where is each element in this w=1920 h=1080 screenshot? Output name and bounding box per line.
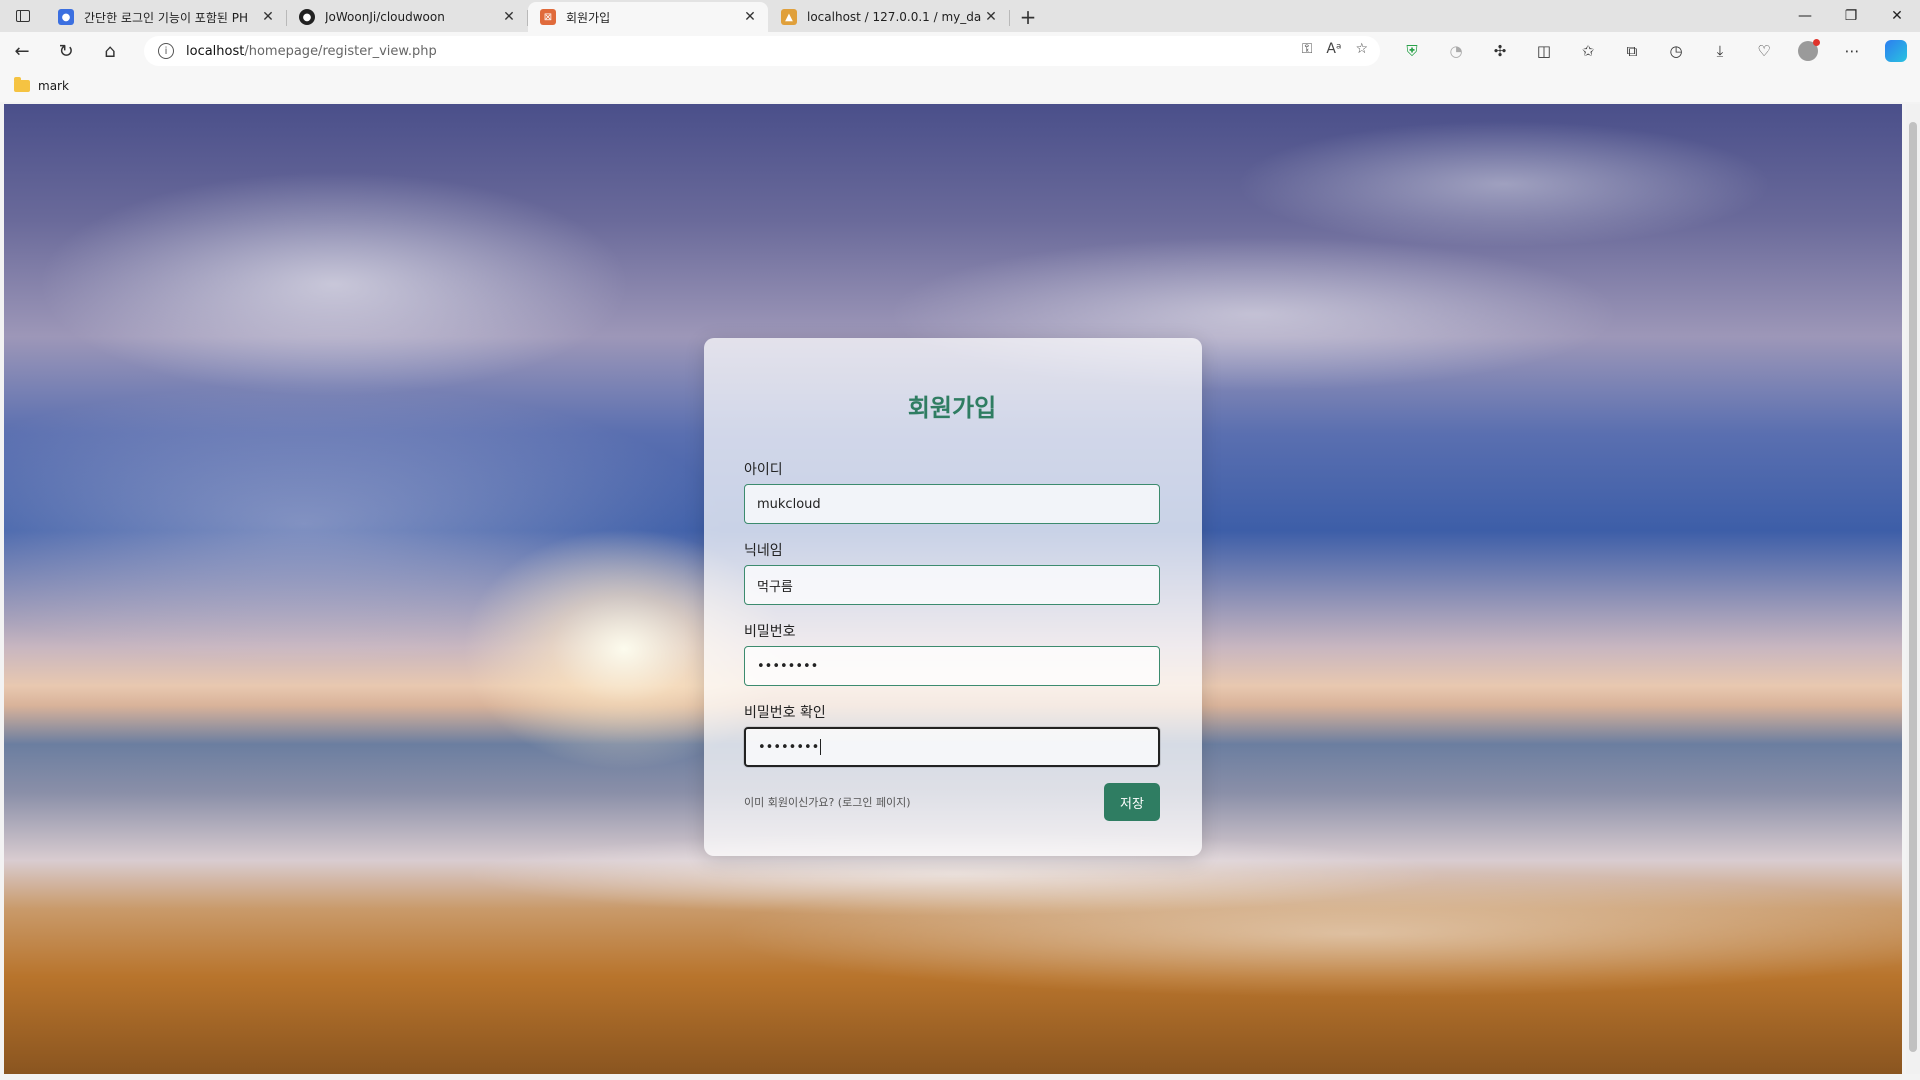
split-screen-icon[interactable]: ◫ [1522, 42, 1566, 60]
close-icon[interactable]: ✕ [740, 9, 760, 25]
tab-actions-button[interactable] [0, 0, 46, 32]
arrow-left-icon: ← [14, 40, 30, 62]
profile-avatar[interactable] [1786, 39, 1830, 61]
url-host: localhost [186, 43, 245, 59]
bookmarks-bar: mark [0, 70, 1920, 102]
copilot-icon[interactable] [1874, 40, 1918, 62]
history-icon[interactable]: ◷ [1654, 42, 1698, 60]
nickname-label: 닉네임 [744, 543, 783, 559]
login-page-link[interactable]: 이미 회원이신가요? (로그인 페이지) [744, 794, 911, 810]
tab-favicon: ⊠ [540, 9, 556, 25]
home-button[interactable]: ⌂ [88, 32, 132, 70]
register-card: 회원가입 아이디 mukcloud 닉네임 먹구름 비밀번호 •••••••• … [704, 338, 1202, 856]
tab-actions-icon [16, 10, 30, 22]
read-aloud-icon[interactable]: Aᵃ [1326, 41, 1341, 57]
tab-phpmyadmin[interactable]: ▲ localhost / 127.0.0.1 / my_databa ✕ [769, 2, 1010, 32]
tab-favicon: ● [58, 9, 74, 25]
info-icon[interactable]: i [158, 43, 174, 59]
window-controls: — ❐ ✕ [1782, 0, 1920, 32]
id-input[interactable]: mukcloud [744, 484, 1160, 524]
close-icon: ✕ [1891, 8, 1903, 24]
close-window-button[interactable]: ✕ [1874, 0, 1920, 32]
new-tab-button[interactable]: + [1010, 2, 1046, 32]
close-icon[interactable]: ✕ [499, 9, 519, 25]
extension-icon[interactable]: ◔ [1434, 42, 1478, 60]
id-label: 아이디 [744, 462, 783, 478]
nickname-input[interactable]: 먹구름 [744, 565, 1160, 605]
minimize-icon: — [1798, 8, 1812, 24]
tab-register[interactable]: ⊠ 회원가입 ✕ [528, 2, 768, 32]
tab-title: 간단한 로그인 기능이 포함된 PH [84, 10, 248, 25]
favorites-icon[interactable]: ✩ [1566, 42, 1610, 60]
url-path: /homepage/register_view.php [244, 43, 437, 59]
plus-icon: + [1019, 5, 1037, 29]
restore-icon: ❐ [1844, 8, 1858, 24]
close-icon[interactable]: ✕ [258, 9, 278, 25]
address-bar[interactable]: i localhost /homepage/register_view.php … [144, 36, 1380, 66]
folder-icon [14, 77, 30, 92]
restore-button[interactable]: ❐ [1828, 0, 1874, 32]
bookmark-folder-mark[interactable]: mark [38, 79, 69, 93]
tab-strip: ● 간단한 로그인 기능이 포함된 PH ✕ ● JoWoonJi/cloudw… [0, 0, 1920, 32]
tab-php-login[interactable]: ● 간단한 로그인 기능이 포함된 PH ✕ [46, 2, 287, 32]
id-value: mukcloud [757, 496, 821, 512]
password-label: 비밀번호 [744, 624, 796, 640]
close-icon[interactable]: ✕ [981, 9, 1001, 25]
tab-title: 회원가입 [566, 10, 611, 25]
save-button[interactable]: 저장 [1104, 783, 1160, 821]
card-footer: 이미 회원이신가요? (로그인 페이지) 저장 [744, 783, 1160, 821]
download-icon[interactable]: ⤓ [1698, 42, 1742, 60]
password-value: •••••••• [757, 658, 819, 674]
collections-icon[interactable]: ⧉ [1610, 42, 1654, 60]
more-menu-icon[interactable]: ⋯ [1830, 42, 1874, 60]
key-icon[interactable]: ⚿ [1302, 41, 1313, 57]
browser-toolbar: ← ↻ ⌂ i localhost /homepage/register_vie… [0, 32, 1920, 70]
nickname-value: 먹구름 [757, 579, 793, 595]
password-confirm-value: •••••••• [758, 739, 820, 755]
star-icon[interactable]: ☆ [1355, 41, 1368, 57]
password-confirm-label: 비밀번호 확인 [744, 705, 826, 721]
home-icon: ⌂ [104, 40, 116, 62]
tab-title: JoWoonJi/cloudwoon [325, 10, 445, 24]
performance-icon[interactable]: ♡ [1742, 42, 1786, 60]
github-icon: ● [299, 9, 315, 25]
password-input[interactable]: •••••••• [744, 646, 1160, 686]
back-button[interactable]: ← [0, 32, 44, 70]
minimize-button[interactable]: — [1782, 0, 1828, 32]
address-bar-actions: ⚿ Aᵃ ☆ [1302, 41, 1368, 57]
tab-github[interactable]: ● JoWoonJi/cloudwoon ✕ [287, 2, 528, 32]
scrollbar-thumb[interactable] [1909, 122, 1917, 1052]
refresh-icon: ↻ [58, 40, 74, 62]
text-caret [820, 739, 822, 755]
shield-icon[interactable]: ⛨ [1390, 42, 1434, 60]
vertical-scrollbar[interactable] [1906, 104, 1920, 1074]
puzzle-icon[interactable]: ✣ [1478, 42, 1522, 60]
phpmyadmin-icon: ▲ [781, 9, 797, 25]
page-title: 회원가입 [907, 394, 997, 422]
tab-title: localhost / 127.0.0.1 / my_databa [807, 10, 981, 24]
refresh-button[interactable]: ↻ [44, 32, 88, 70]
password-confirm-input[interactable]: •••••••• [744, 727, 1160, 767]
extensions-bar: ⛨ ◔ ✣ ◫ ✩ ⧉ ◷ ⤓ ♡ ⋯ [1390, 32, 1918, 70]
